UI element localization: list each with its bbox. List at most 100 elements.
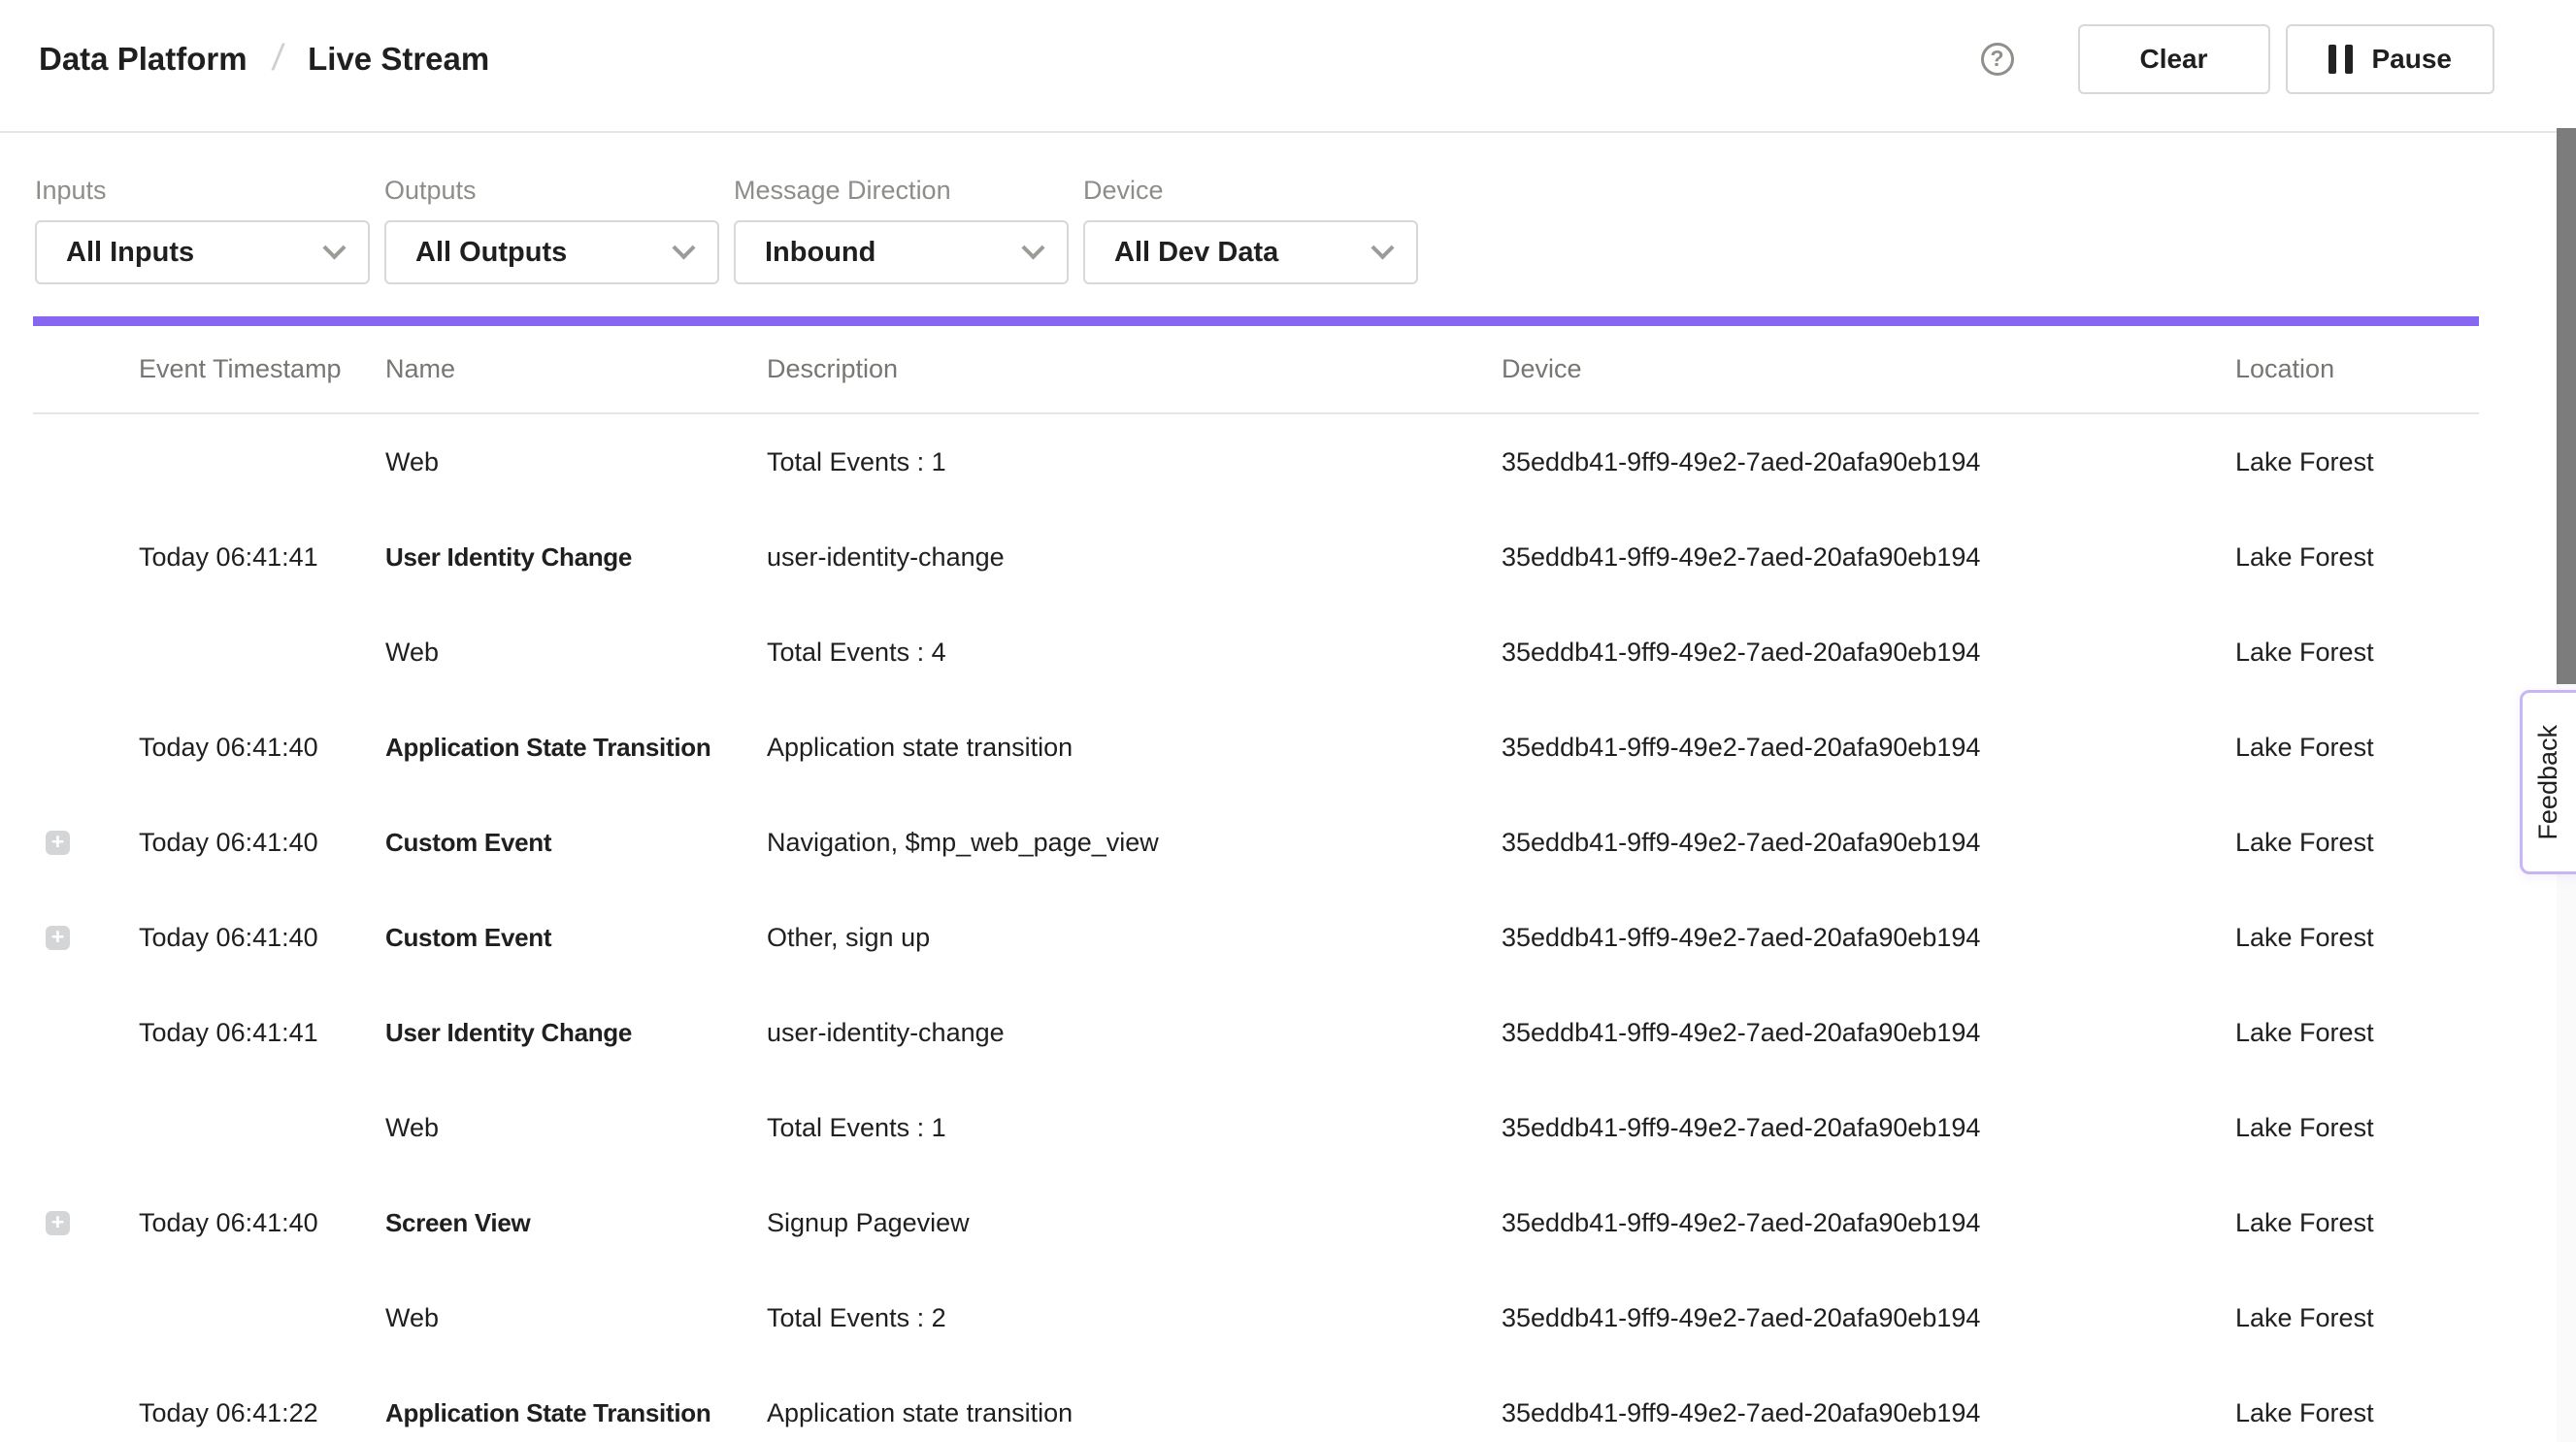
event-description: Total Events : 4 — [767, 638, 1502, 668]
pause-button[interactable]: Pause — [2286, 24, 2495, 94]
live-stream-table: Event Timestamp Name Description Device … — [33, 326, 2479, 1442]
event-description: Total Events : 1 — [767, 447, 1502, 477]
event-location: Lake Forest — [2235, 1018, 2479, 1048]
inputs-select[interactable]: All Inputs — [35, 220, 370, 284]
pause-button-label: Pause — [2372, 44, 2453, 75]
event-name: Custom Event — [385, 828, 767, 858]
table-row: Today 06:41:40 Application State Transit… — [33, 700, 2479, 795]
event-name: Custom Event — [385, 923, 767, 953]
event-name: Web — [385, 1113, 767, 1143]
event-timestamp: Today 06:41:40 — [139, 1208, 385, 1238]
expand-cell — [33, 450, 139, 475]
filter-inputs-label: Inputs — [35, 176, 370, 206]
message-direction-select-value: Inbound — [765, 237, 875, 269]
event-timestamp: Today 06:41:41 — [139, 1018, 385, 1048]
event-location: Lake Forest — [2235, 1208, 2479, 1238]
event-location: Lake Forest — [2235, 542, 2479, 573]
event-location: Lake Forest — [2235, 828, 2479, 858]
event-name: Application State Transition — [385, 733, 767, 763]
event-device: 35eddb41-9ff9-49e2-7aed-20afa90eb194 — [1502, 1398, 2235, 1428]
event-device: 35eddb41-9ff9-49e2-7aed-20afa90eb194 — [1502, 1018, 2235, 1048]
event-location: Lake Forest — [2235, 923, 2479, 953]
event-location: Lake Forest — [2235, 1303, 2479, 1333]
table-row: Today 06:41:40 Custom Event Other, sign … — [33, 890, 2479, 985]
event-location: Lake Forest — [2235, 638, 2479, 668]
expand-plus-icon[interactable] — [46, 1211, 70, 1235]
event-name: Screen View — [385, 1208, 767, 1238]
event-description: Application state transition — [767, 1398, 1502, 1428]
device-select[interactable]: All Dev Data — [1083, 220, 1418, 284]
chevron-down-icon — [1371, 236, 1394, 259]
expand-cell — [33, 831, 139, 855]
breadcrumb-separator: / — [270, 38, 286, 80]
expand-cell — [33, 926, 139, 950]
event-name: Web — [385, 638, 767, 668]
event-device: 35eddb41-9ff9-49e2-7aed-20afa90eb194 — [1502, 828, 2235, 858]
page-title: Live Stream — [308, 41, 489, 78]
message-direction-select[interactable]: Inbound — [734, 220, 1069, 284]
column-header-device: Device — [1502, 354, 2235, 384]
expand-cell — [33, 1021, 139, 1045]
outputs-select-value: All Outputs — [415, 237, 567, 269]
stream-progress-bar — [33, 316, 2479, 326]
event-description: Navigation, $mp_web_page_view — [767, 828, 1502, 858]
event-description: Total Events : 1 — [767, 1113, 1502, 1143]
header-actions: ? Clear Pause — [1981, 24, 2495, 94]
table-row: Today 06:41:41 User Identity Change user… — [33, 985, 2479, 1080]
filter-bar: Inputs All Inputs Outputs All Outputs Me… — [0, 133, 2576, 284]
column-header-timestamp: Event Timestamp — [139, 354, 385, 384]
outputs-select[interactable]: All Outputs — [384, 220, 719, 284]
expand-plus-icon[interactable] — [46, 926, 70, 950]
clear-button-label: Clear — [2139, 44, 2207, 75]
event-device: 35eddb41-9ff9-49e2-7aed-20afa90eb194 — [1502, 638, 2235, 668]
filter-message-direction-label: Message Direction — [734, 176, 1069, 206]
table-row: Today 06:41:40 Custom Event Navigation, … — [33, 795, 2479, 890]
event-name: User Identity Change — [385, 542, 767, 573]
event-location: Lake Forest — [2235, 1113, 2479, 1143]
event-description: Other, sign up — [767, 923, 1502, 953]
feedback-tab[interactable]: Feedback — [2520, 690, 2576, 874]
event-timestamp: Today 06:41:40 — [139, 733, 385, 763]
event-device: 35eddb41-9ff9-49e2-7aed-20afa90eb194 — [1502, 447, 2235, 477]
event-timestamp: Today 06:41:41 — [139, 542, 385, 573]
event-timestamp: Today 06:41:40 — [139, 828, 385, 858]
help-icon[interactable]: ? — [1981, 43, 2014, 76]
event-description: Total Events : 2 — [767, 1303, 1502, 1333]
event-timestamp: Today 06:41:22 — [139, 1398, 385, 1428]
filter-message-direction: Message Direction Inbound — [734, 176, 1069, 284]
event-timestamp: Today 06:41:40 — [139, 923, 385, 953]
feedback-tab-label: Feedback — [2533, 725, 2563, 840]
event-name: User Identity Change — [385, 1018, 767, 1048]
event-description: user-identity-change — [767, 1018, 1502, 1048]
table-header-row: Event Timestamp Name Description Device … — [33, 326, 2479, 414]
event-device: 35eddb41-9ff9-49e2-7aed-20afa90eb194 — [1502, 1208, 2235, 1238]
event-name: Application State Transition — [385, 1398, 767, 1428]
table-row: Web Total Events : 2 35eddb41-9ff9-49e2-… — [33, 1270, 2479, 1365]
clear-button[interactable]: Clear — [2078, 24, 2270, 94]
expand-cell — [33, 640, 139, 665]
expand-cell — [33, 1116, 139, 1140]
column-header-description: Description — [767, 354, 1502, 384]
filter-device: Device All Dev Data — [1083, 176, 1418, 284]
breadcrumb: Data Platform / Live Stream — [39, 38, 489, 80]
table-row: Today 06:41:40 Screen View Signup Pagevi… — [33, 1175, 2479, 1270]
table-body: Web Total Events : 1 35eddb41-9ff9-49e2-… — [33, 414, 2479, 1442]
chevron-down-icon — [672, 236, 695, 259]
event-location: Lake Forest — [2235, 733, 2479, 763]
event-location: Lake Forest — [2235, 447, 2479, 477]
table-row: Web Total Events : 1 35eddb41-9ff9-49e2-… — [33, 1080, 2479, 1175]
filter-outputs: Outputs All Outputs — [384, 176, 719, 284]
expand-plus-icon[interactable] — [46, 831, 70, 855]
event-description: Application state transition — [767, 733, 1502, 763]
event-name: Web — [385, 1303, 767, 1333]
filter-outputs-label: Outputs — [384, 176, 719, 206]
table-row: Web Total Events : 1 35eddb41-9ff9-49e2-… — [33, 414, 2479, 509]
expand-cell — [33, 736, 139, 760]
pause-icon — [2328, 45, 2353, 74]
event-device: 35eddb41-9ff9-49e2-7aed-20afa90eb194 — [1502, 733, 2235, 763]
breadcrumb-section[interactable]: Data Platform — [39, 41, 248, 78]
event-device: 35eddb41-9ff9-49e2-7aed-20afa90eb194 — [1502, 542, 2235, 573]
event-location: Lake Forest — [2235, 1398, 2479, 1428]
chevron-down-icon — [1021, 236, 1044, 259]
scrollbar-thumb[interactable] — [2557, 128, 2576, 684]
